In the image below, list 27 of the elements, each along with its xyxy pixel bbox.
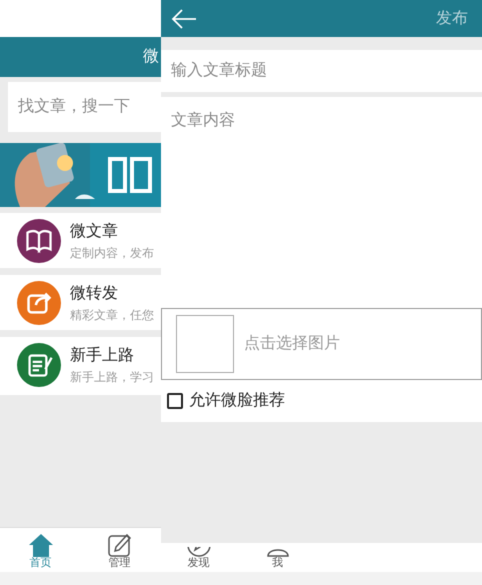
image-placeholder-icon [176, 315, 234, 373]
tab[interactable]: 我 [238, 528, 317, 572]
item-title: 新手上路 [70, 346, 135, 366]
edit-icon [108, 533, 132, 557]
item-subtitle: 定制内容，发布 [70, 244, 154, 262]
home-icon [28, 533, 54, 557]
back-arrow-icon[interactable] [171, 8, 197, 28]
item-title: 微转发 [70, 284, 119, 304]
item-subtitle: 新手上路，学习 [70, 368, 154, 386]
checkbox[interactable] [167, 393, 183, 409]
tab[interactable]: 首页 [1, 528, 80, 572]
recommend-option[interactable]: 允许微脸推荐 [161, 380, 482, 422]
menu-item[interactable]: 微文章 定制内容，发布 [0, 213, 161, 268]
tab[interactable]: 管理 [80, 528, 159, 572]
image-picker-label: 点击选择图片 [244, 334, 340, 354]
menu-item[interactable]: 微转发 精彩文章，任您 [0, 275, 161, 330]
item-subtitle: 精彩文章，任您 [70, 306, 154, 324]
header-title: 微 [143, 47, 159, 67]
tab[interactable]: 发现 [159, 528, 238, 572]
user-icon [266, 547, 290, 557]
content-field[interactable]: 文章内容 [161, 97, 482, 308]
compass-icon [186, 547, 210, 557]
item-title: 微文章 [70, 222, 119, 242]
search-field[interactable]: 找文章，搜一下 [8, 82, 161, 132]
menu-item[interactable]: 新手上路 新手上路，学习 [0, 337, 161, 392]
title-field[interactable]: 输入文章标题 [161, 50, 482, 92]
recommend-label: 允许微脸推荐 [189, 390, 285, 411]
